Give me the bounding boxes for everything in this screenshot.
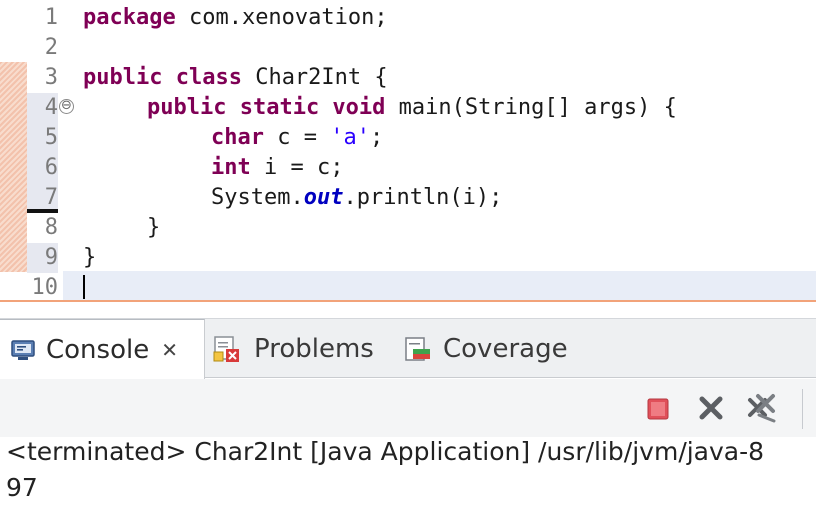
code-line-3: public class Char2Int { — [83, 65, 388, 90]
line-number: 2 — [44, 35, 58, 60]
line-number: 6 — [27, 153, 58, 183]
console-output-area[interactable]: <terminated> Char2Int [Java Application]… — [0, 437, 816, 508]
line-number: 1 — [44, 5, 58, 30]
close-icon[interactable]: ✕ — [161, 338, 178, 362]
line-number: 8 — [44, 215, 58, 240]
tab-problems[interactable]: Problems — [212, 319, 374, 379]
terminate-icon[interactable] — [645, 396, 671, 422]
line-number: 4 — [27, 93, 58, 123]
console-status-line: <terminated> Char2Int [Java Application]… — [6, 437, 765, 466]
quick-diff-marker — [27, 209, 58, 213]
remove-launch-icon[interactable] — [696, 393, 726, 423]
tab-problems-label: Problems — [254, 334, 374, 364]
current-line-highlight — [63, 271, 816, 301]
code-line-5: char c = 'a'; — [211, 125, 384, 150]
line-number-gutter: 1 2 3 4 5 6 7 8 9 10 — [27, 0, 63, 300]
code-line-7: System.out.println(i); — [211, 185, 503, 210]
remove-all-terminated-icon[interactable] — [745, 391, 779, 425]
console-toolbar — [0, 379, 816, 437]
code-editor[interactable]: 1 2 3 4 5 6 7 8 9 10 ⊖ package com.xenov… — [0, 0, 816, 301]
code-line-8: } — [147, 215, 161, 240]
problems-icon — [213, 336, 239, 362]
code-line-6: int i = c; — [211, 155, 344, 180]
line-number: 10 — [31, 275, 59, 300]
tab-coverage-label: Coverage — [443, 334, 568, 364]
tab-console-label: Console — [46, 334, 150, 365]
console-output-line: 97 — [6, 473, 38, 502]
code-line-1: package com.xenovation; — [83, 5, 388, 30]
collapse-fold-icon[interactable]: ⊖ — [59, 99, 74, 114]
console-icon — [11, 339, 35, 360]
tab-coverage[interactable]: Coverage — [403, 319, 568, 379]
change-ruler — [0, 62, 27, 272]
line-number: 3 — [44, 65, 58, 90]
tab-console[interactable]: Console ✕ — [0, 319, 205, 379]
line-number: 9 — [27, 243, 58, 273]
editor-border — [0, 300, 816, 302]
code-line-4: public static void main(String[] args) { — [147, 95, 677, 120]
code-line-9: } — [83, 245, 97, 270]
view-tab-bar: Console ✕ Problems Coverage — [0, 318, 816, 379]
text-caret — [83, 275, 85, 299]
line-number: 5 — [27, 123, 58, 153]
toolbar-separator — [802, 389, 803, 429]
coverage-icon — [405, 337, 430, 361]
